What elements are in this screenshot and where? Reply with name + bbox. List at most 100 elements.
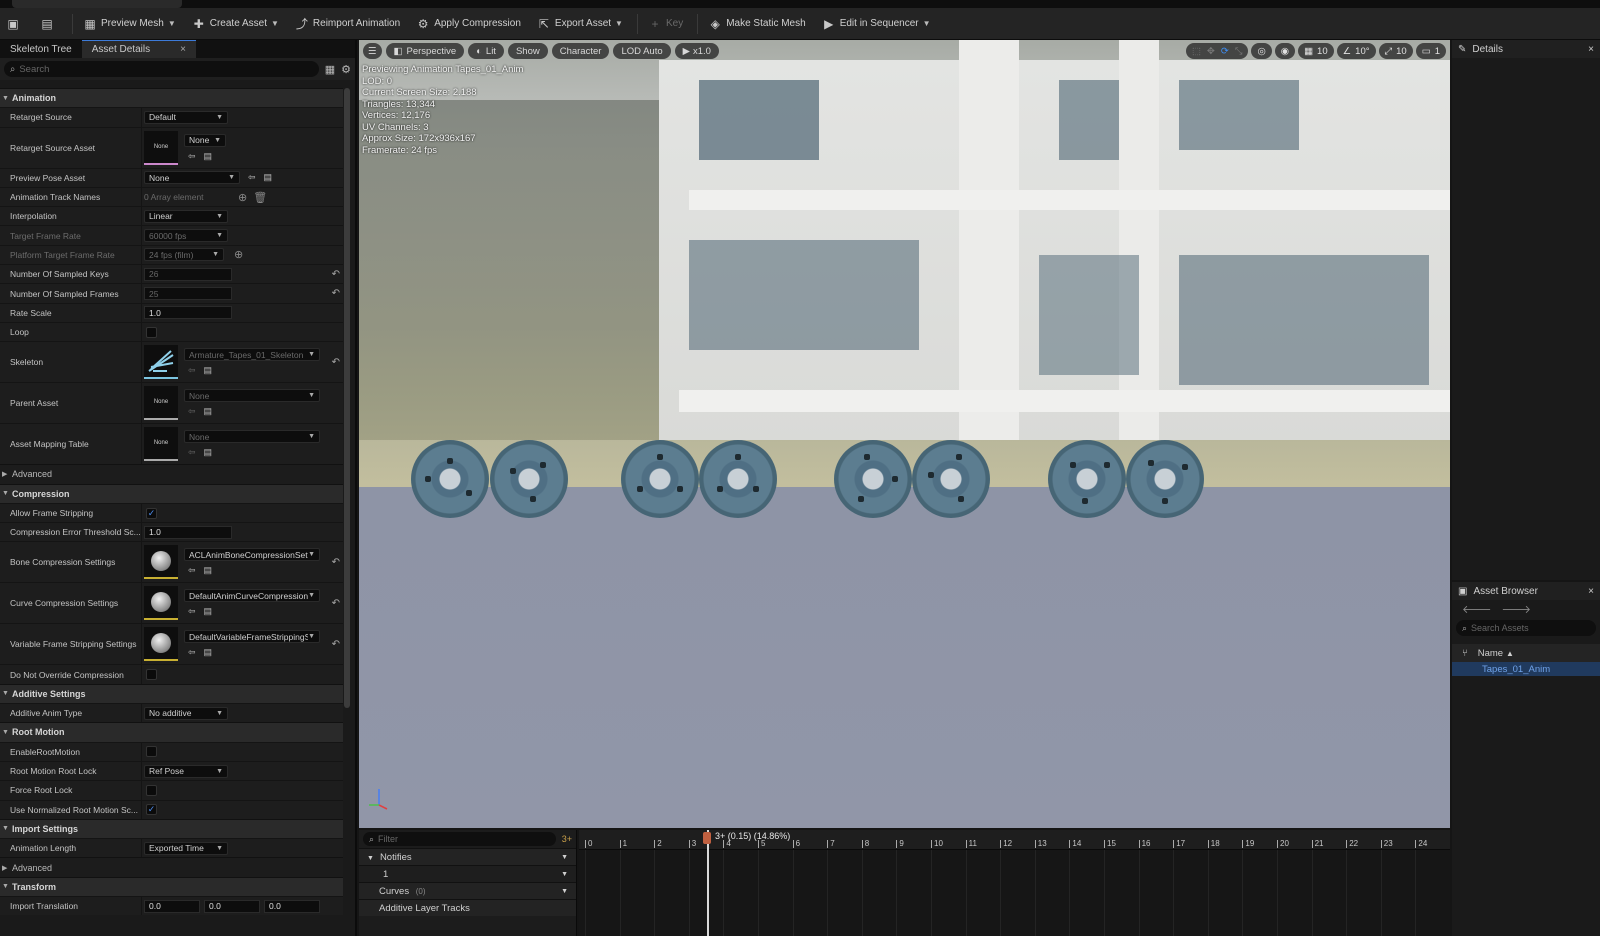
- scale-snap-button[interactable]: ⤢ 10: [1378, 43, 1413, 59]
- variable-stripping-dropdown[interactable]: DefaultVariableFrameStrippingS ▼: [184, 630, 320, 644]
- forward-arrow-icon[interactable]: 🡒: [1502, 602, 1532, 616]
- track-notify-1[interactable]: 1 ▼: [359, 865, 576, 882]
- back-arrow-icon[interactable]: 🡐: [1462, 602, 1492, 616]
- browse-icon[interactable]: ▤: [204, 447, 213, 458]
- chevron-down-icon[interactable]: ▼: [561, 871, 568, 878]
- create-asset-button[interactable]: ✚ Create Asset ▼: [186, 11, 285, 37]
- scale-icon[interactable]: ⤡: [1235, 46, 1243, 57]
- browse-button[interactable]: ▤: [34, 11, 64, 37]
- apply-compression-button[interactable]: ⚙ Apply Compression: [410, 11, 527, 37]
- skeleton-thumbnail[interactable]: [144, 345, 178, 380]
- asset-thumbnail[interactable]: None: [144, 427, 178, 462]
- loop-checkbox[interactable]: [146, 326, 157, 338]
- preview-mesh-button[interactable]: ▦ Preview Mesh ▼: [77, 11, 182, 37]
- reset-icon[interactable]: ↶: [332, 639, 340, 650]
- browse-icon[interactable]: ▤: [204, 647, 213, 658]
- bone-compression-dropdown[interactable]: ACLAnimBoneCompressionSetti ▼: [184, 548, 320, 562]
- timeline-ruler-area[interactable]: 0 1 2 3 4 5 6 7 8 9 10 11 12 13 14 15 16 17 18 19 20 21 22 23 24…: [579, 830, 1450, 936]
- tab-asset-details[interactable]: Asset Details ×: [81, 40, 196, 58]
- edit-in-sequencer-button[interactable]: ▶ Edit in Sequencer ▼: [816, 11, 937, 37]
- browse-icon[interactable]: ▤: [204, 406, 213, 417]
- grid-snap-button[interactable]: ▦ 10: [1298, 43, 1334, 59]
- browse-icon[interactable]: ▤: [204, 365, 213, 376]
- chevron-down-icon[interactable]: ▼: [561, 888, 568, 895]
- retarget-source-dropdown[interactable]: Default ▼: [144, 110, 228, 124]
- camera-speed-button[interactable]: ▭ 1: [1415, 43, 1446, 59]
- track-additive-layer[interactable]: Additive Layer Tracks: [359, 899, 576, 916]
- close-icon[interactable]: ×: [180, 44, 186, 55]
- export-asset-button[interactable]: ⇱ Export Asset ▼: [531, 11, 629, 37]
- error-threshold-field[interactable]: 1.0: [144, 525, 232, 539]
- playhead[interactable]: [707, 830, 709, 936]
- add-element-icon[interactable]: ⊕: [234, 248, 243, 261]
- show-button[interactable]: Show: [507, 43, 548, 59]
- tab-skeleton-tree[interactable]: Skeleton Tree: [0, 40, 82, 58]
- reset-icon[interactable]: ↶: [332, 598, 340, 609]
- rotation-snap-button[interactable]: ∠ 10°: [1336, 43, 1376, 59]
- track-curves[interactable]: Curves (0) ▼: [359, 882, 576, 899]
- curve-compression-dropdown[interactable]: DefaultAnimCurveCompressionS ▼: [184, 589, 320, 603]
- viewport-menu-button[interactable]: ☰: [363, 43, 382, 59]
- world-local-button[interactable]: ◎: [1251, 43, 1272, 59]
- reset-icon[interactable]: ↶: [332, 357, 340, 368]
- force-root-lock-checkbox[interactable]: [146, 784, 157, 796]
- use-selected-icon[interactable]: ⇦: [188, 151, 196, 162]
- rotate-icon[interactable]: ⟳: [1221, 46, 1229, 57]
- list-item[interactable]: Tapes_01_Anim: [1452, 662, 1600, 676]
- use-selected-icon[interactable]: ⇦: [248, 172, 256, 183]
- section-advanced[interactable]: ▶ Advanced: [0, 464, 343, 484]
- make-static-mesh-button[interactable]: ◈ Make Static Mesh: [702, 11, 811, 37]
- add-track-icon[interactable]: 3+: [562, 834, 572, 844]
- section-additive-settings[interactable]: ▼ Additive Settings: [0, 683, 343, 704]
- window-tab[interactable]: [12, 0, 182, 8]
- asset-thumbnail[interactable]: None: [144, 130, 178, 165]
- trash-icon[interactable]: 🗑: [253, 191, 267, 204]
- character-button[interactable]: Character: [551, 43, 610, 59]
- rate-scale-field[interactable]: 1.0: [144, 306, 232, 320]
- scrollbar[interactable]: [344, 88, 350, 708]
- additive-type-dropdown[interactable]: No additive ▼: [144, 706, 228, 720]
- enable-root-motion-checkbox[interactable]: [146, 746, 157, 758]
- asset-thumbnail[interactable]: [144, 627, 178, 662]
- timeline-filter-input[interactable]: ⌕ Filter: [363, 832, 556, 846]
- translation-y-field[interactable]: 0.0: [204, 899, 260, 913]
- section-compression[interactable]: ▼ Compression: [0, 483, 343, 503]
- lod-button[interactable]: LOD Auto: [613, 43, 671, 59]
- filter-icon[interactable]: ⑂: [1462, 648, 1468, 659]
- animation-length-dropdown[interactable]: Exported Time ▼: [144, 841, 228, 855]
- perspective-button[interactable]: ◧ Perspective: [385, 43, 465, 59]
- do-not-override-checkbox[interactable]: [146, 669, 157, 681]
- section-root-motion[interactable]: ▼ Root Motion: [0, 722, 343, 742]
- preview-pose-dropdown[interactable]: None ▼: [144, 171, 240, 185]
- translation-x-field[interactable]: 0.0: [144, 899, 200, 913]
- section-animation[interactable]: ▼ Animation: [0, 88, 343, 108]
- retarget-source-asset-dropdown[interactable]: None ▼: [184, 133, 226, 147]
- table-view-icon[interactable]: ▦: [325, 63, 335, 76]
- search-input[interactable]: ⌕ Search: [4, 61, 319, 77]
- use-selected-icon[interactable]: ⇦: [188, 447, 196, 458]
- gear-icon[interactable]: ⚙: [341, 63, 351, 76]
- reimport-animation-button[interactable]: ⤴ Reimport Animation: [289, 11, 406, 37]
- surface-snap-button[interactable]: ◉: [1274, 43, 1296, 59]
- close-icon[interactable]: ×: [1588, 586, 1594, 597]
- section-transform[interactable]: ▼ Transform: [0, 876, 343, 897]
- add-element-icon[interactable]: ⊕: [238, 191, 247, 204]
- use-selected-icon[interactable]: ⇦: [188, 606, 196, 617]
- use-selected-icon[interactable]: ⇦: [188, 365, 196, 376]
- reset-icon[interactable]: ↶: [332, 288, 340, 299]
- asset-thumbnail[interactable]: [144, 545, 178, 580]
- section-advanced[interactable]: ▶ Advanced: [0, 857, 343, 877]
- use-selected-icon[interactable]: ⇦: [188, 406, 196, 417]
- select-icon[interactable]: ⬚: [1192, 46, 1201, 57]
- section-import-settings[interactable]: ▼ Import Settings: [0, 818, 343, 839]
- root-lock-dropdown[interactable]: Ref Pose ▼: [144, 764, 228, 778]
- close-icon[interactable]: ×: [1588, 44, 1594, 55]
- allow-frame-stripping-checkbox[interactable]: ✓: [146, 507, 157, 519]
- browse-icon[interactable]: ▤: [204, 565, 213, 576]
- playhead-handle[interactable]: [703, 832, 711, 844]
- translation-z-field[interactable]: 0.0: [264, 899, 320, 913]
- browse-icon[interactable]: ▤: [204, 151, 213, 162]
- asset-thumbnail[interactable]: [144, 586, 178, 621]
- save-button[interactable]: ▣: [0, 11, 30, 37]
- use-selected-icon[interactable]: ⇦: [188, 647, 196, 658]
